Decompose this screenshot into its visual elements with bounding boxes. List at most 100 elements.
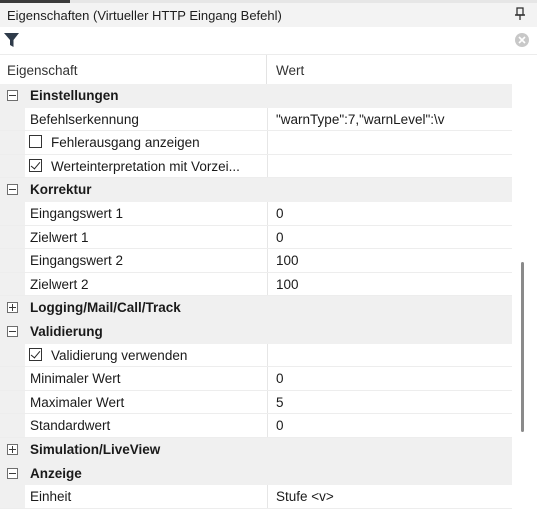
category-row-anzeige[interactable]: Anzeige bbox=[0, 461, 537, 486]
vertical-scrollbar[interactable] bbox=[512, 84, 537, 511]
row-margin bbox=[0, 390, 25, 414]
category-row-logging[interactable]: Logging/Mail/Call/Track bbox=[0, 296, 537, 320]
property-value-cell[interactable] bbox=[267, 131, 513, 154]
checkbox-fehlerausgang[interactable] bbox=[29, 135, 42, 149]
property-name-cell[interactable]: Maximaler Wert bbox=[25, 391, 267, 414]
property-row[interactable]: Maximaler Wert 5 bbox=[0, 390, 537, 415]
checkbox-werteinterpretation[interactable] bbox=[29, 158, 42, 172]
property-name: Einheit bbox=[30, 489, 72, 505]
property-row[interactable]: Eingangswert 2 100 bbox=[0, 249, 537, 273]
property-value-cell[interactable]: 0 bbox=[267, 225, 513, 249]
property-value: "warnType":7,"warnLevel":\v bbox=[276, 111, 445, 127]
category-row-einstellungen[interactable]: Einstellungen bbox=[0, 84, 537, 108]
column-header: Eigenschaft Wert bbox=[0, 55, 537, 85]
property-row[interactable]: Einheit Stufe <v> bbox=[0, 485, 537, 509]
property-name: Eingangswert 2 bbox=[30, 253, 124, 269]
property-name: Werteinterpretation mit Vorzei... bbox=[51, 158, 240, 174]
property-name: Validierung verwenden bbox=[51, 347, 188, 363]
property-value: 5 bbox=[276, 394, 284, 410]
property-name-cell[interactable]: Zielwert 1 bbox=[25, 226, 267, 249]
property-name-cell[interactable]: Validierung verwenden bbox=[25, 344, 267, 367]
property-row[interactable]: Befehlserkennung "warnType":7,"warnLevel… bbox=[0, 107, 537, 132]
property-name: Standardwert bbox=[30, 418, 111, 434]
property-name-cell[interactable]: Standardwert bbox=[25, 414, 267, 437]
property-value-cell[interactable]: 0 bbox=[267, 201, 513, 225]
category-label: Logging/Mail/Call/Track bbox=[30, 300, 181, 316]
row-margin bbox=[0, 131, 25, 154]
row-margin bbox=[0, 272, 25, 296]
collapse-icon[interactable] bbox=[7, 90, 18, 101]
property-row[interactable]: Zielwert 1 0 bbox=[0, 225, 537, 250]
filter-icon[interactable] bbox=[3, 32, 21, 48]
category-row-simulation[interactable]: Simulation/LiveView bbox=[0, 437, 537, 462]
property-row[interactable]: Minimaler Wert 0 bbox=[0, 367, 537, 391]
row-margin bbox=[0, 485, 25, 508]
property-name-cell[interactable]: Minimaler Wert bbox=[25, 367, 267, 390]
property-row[interactable]: Zielwert 2 100 bbox=[0, 272, 537, 297]
property-name: Befehlserkennung bbox=[30, 111, 139, 127]
row-margin bbox=[0, 201, 25, 225]
property-value-cell[interactable] bbox=[267, 154, 513, 178]
property-value-cell[interactable]: 0 bbox=[267, 414, 513, 437]
property-value-cell[interactable]: 100 bbox=[267, 272, 513, 296]
column-separator[interactable] bbox=[266, 55, 267, 84]
property-value: 0 bbox=[276, 205, 284, 221]
property-name: Minimaler Wert bbox=[30, 371, 121, 387]
property-row[interactable]: Werteinterpretation mit Vorzei... bbox=[0, 154, 537, 179]
row-margin bbox=[0, 367, 25, 390]
property-name-cell[interactable]: Befehlserkennung bbox=[25, 108, 267, 131]
property-value-cell[interactable]: "warnType":7,"warnLevel":\v bbox=[267, 107, 513, 131]
property-value-cell[interactable] bbox=[267, 343, 513, 367]
property-name-cell[interactable]: Zielwert 2 bbox=[25, 273, 267, 296]
category-row-korrektur[interactable]: Korrektur bbox=[0, 178, 537, 202]
property-value: 100 bbox=[276, 253, 299, 269]
row-margin bbox=[0, 249, 25, 272]
property-value-cell[interactable]: 5 bbox=[267, 390, 513, 414]
property-value-cell[interactable]: 0 bbox=[267, 367, 513, 390]
panel-titlebar: Eigenschaften (Virtueller HTTP Eingang B… bbox=[0, 3, 537, 27]
category-row-validierung[interactable]: Validierung bbox=[0, 319, 537, 344]
property-name: Eingangswert 1 bbox=[30, 205, 124, 221]
property-value-cell[interactable]: 100 bbox=[267, 249, 513, 272]
row-margin bbox=[0, 154, 25, 178]
property-name: Fehlerausgang anzeigen bbox=[51, 135, 200, 151]
property-name-cell[interactable]: Werteinterpretation mit Vorzei... bbox=[25, 155, 267, 178]
column-header-value[interactable]: Wert bbox=[276, 63, 304, 78]
property-grid: Einstellungen Befehlserkennung "warnType… bbox=[0, 84, 537, 509]
collapse-icon[interactable] bbox=[7, 325, 18, 337]
clear-icon[interactable] bbox=[514, 32, 530, 48]
scrollbar-thumb[interactable] bbox=[521, 262, 524, 432]
category-label: Anzeige bbox=[30, 465, 82, 481]
expand-icon[interactable] bbox=[7, 443, 18, 455]
collapse-icon[interactable] bbox=[7, 467, 18, 479]
property-name: Zielwert 2 bbox=[30, 276, 89, 292]
expand-icon[interactable] bbox=[7, 302, 18, 314]
property-name-cell[interactable]: Eingangswert 2 bbox=[25, 249, 267, 272]
filter-bar bbox=[0, 27, 537, 55]
category-label: Simulation/LiveView bbox=[30, 441, 161, 457]
property-value-cell[interactable]: Stufe <v> bbox=[267, 485, 513, 508]
checkbox-validierung[interactable] bbox=[29, 347, 42, 361]
property-value: 0 bbox=[276, 229, 284, 245]
property-value: Stufe <v> bbox=[276, 489, 334, 505]
property-row[interactable]: Standardwert 0 bbox=[0, 414, 537, 438]
property-row[interactable]: Validierung verwenden bbox=[0, 343, 537, 368]
row-margin bbox=[0, 225, 25, 249]
property-row[interactable]: Fehlerausgang anzeigen bbox=[0, 131, 537, 155]
column-header-name[interactable]: Eigenschaft bbox=[7, 63, 78, 78]
category-label: Korrektur bbox=[30, 182, 92, 198]
property-name-cell[interactable]: Fehlerausgang anzeigen bbox=[25, 131, 267, 154]
pin-icon[interactable] bbox=[513, 5, 527, 23]
property-name-cell[interactable]: Einheit bbox=[25, 485, 267, 508]
property-value: 0 bbox=[276, 418, 284, 434]
collapse-icon[interactable] bbox=[7, 184, 18, 196]
row-margin bbox=[0, 107, 25, 131]
property-name-cell[interactable]: Eingangswert 1 bbox=[25, 202, 267, 225]
property-row[interactable]: Eingangswert 1 0 bbox=[0, 201, 537, 226]
row-margin bbox=[0, 414, 25, 437]
category-label: Validierung bbox=[30, 323, 103, 339]
panel-title: Eigenschaften (Virtueller HTTP Eingang B… bbox=[7, 8, 282, 23]
property-name: Maximaler Wert bbox=[30, 394, 125, 410]
property-name: Zielwert 1 bbox=[30, 229, 89, 245]
property-value: 100 bbox=[276, 276, 299, 292]
